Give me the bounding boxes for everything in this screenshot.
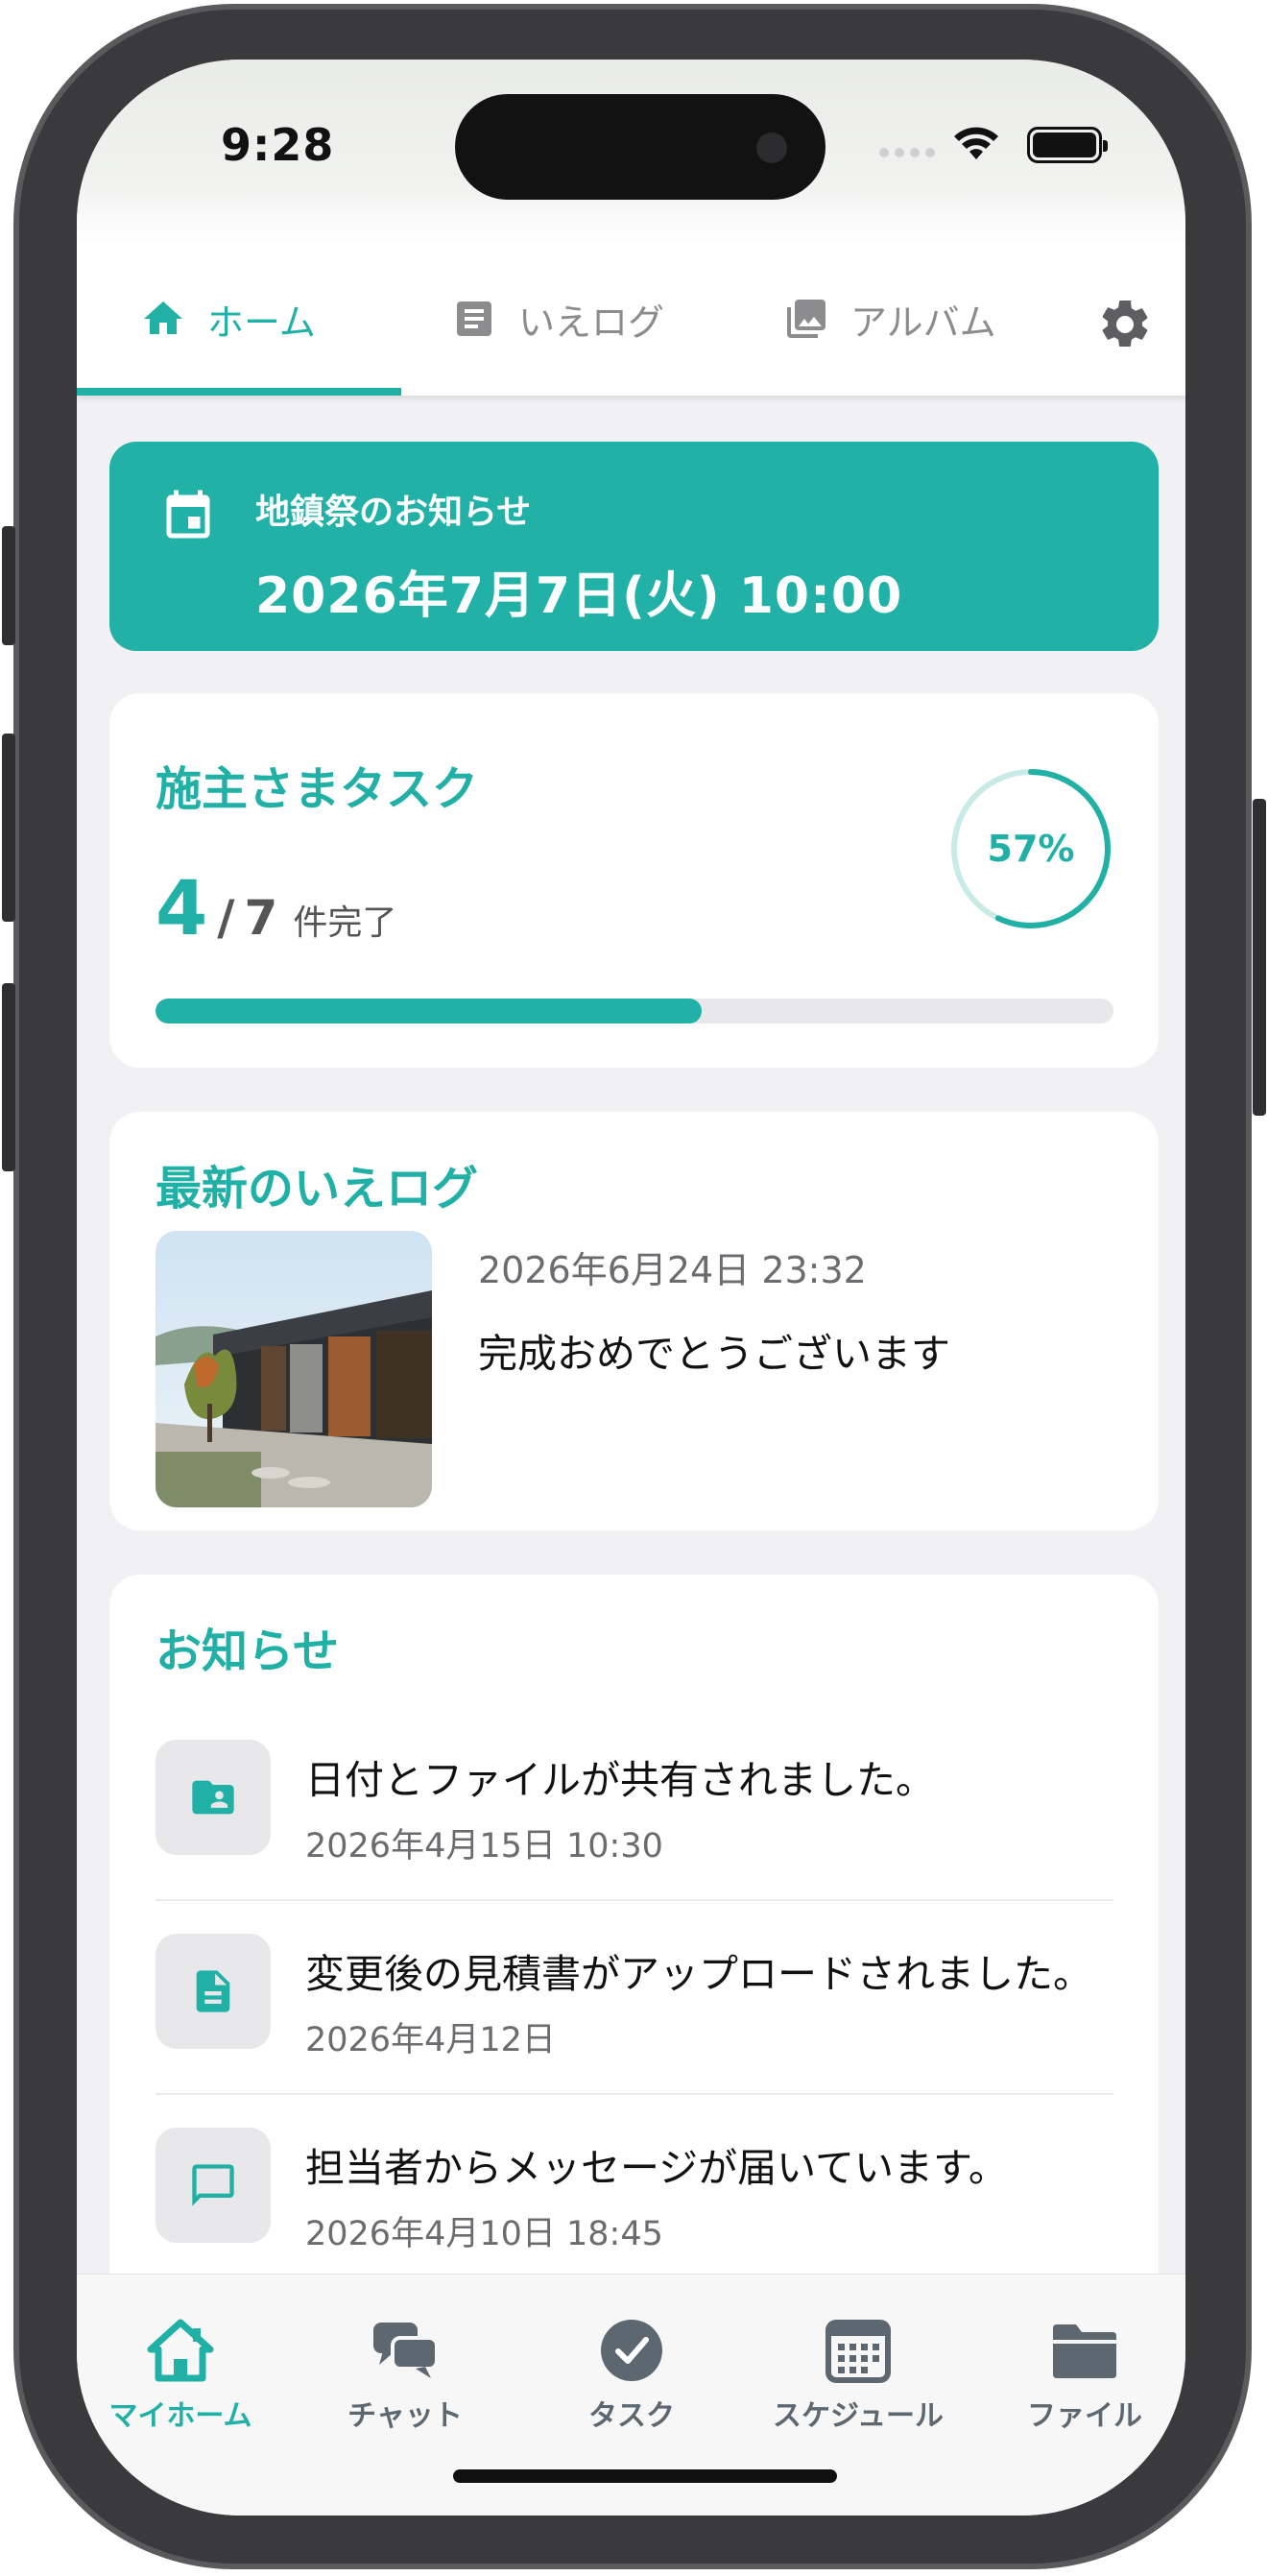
owner-tasks-card[interactable]: 施主さまタスク 4 / 7 件完了 57% <box>109 693 1159 1068</box>
ceremony-notice-banner[interactable]: 地鎮祭のお知らせ 2026年7月7日(火) 10:00 <box>109 442 1159 651</box>
status-time: 9:28 <box>221 119 335 171</box>
nav-schedule-label: スケジュール <box>773 2399 944 2433</box>
task-count: 4 / 7 件完了 <box>156 866 396 952</box>
nav-files-label: ファイル <box>1027 2399 1142 2433</box>
announcement-item[interactable]: 日付とファイルが共有されました。 2026年4月15日 10:30 <box>156 1740 1113 1934</box>
announcement-title: 担当者からメッセージが届いています。 <box>305 2145 1008 2191</box>
folder-icon <box>1053 2324 1116 2378</box>
tasks-done: 4 <box>156 866 208 952</box>
active-tab-indicator <box>77 388 401 396</box>
tab-album-label: アルバム <box>850 301 996 344</box>
chat-bubble-icon <box>192 2164 234 2206</box>
power-button <box>1253 799 1266 1116</box>
article-icon <box>457 301 491 336</box>
shared-folder-icon <box>192 1780 234 1815</box>
nav-my-home-label: マイホーム <box>108 2399 252 2433</box>
tab-home-label: ホーム <box>207 301 316 344</box>
announcement-date: 2026年4月10日 18:45 <box>305 2215 663 2253</box>
progress-bar <box>156 999 1113 1023</box>
action-button <box>2 526 15 645</box>
announcements-card: お知らせ 日付とファイルが共有されました。 2026年4月15日 10:30 変… <box>109 1575 1159 2304</box>
home-icon <box>144 301 182 334</box>
tab-ielog[interactable]: いえログ <box>451 242 664 396</box>
home-indicator[interactable] <box>453 2469 837 2483</box>
tab-ielog-label: いえログ <box>518 301 665 344</box>
photo-library-icon <box>787 300 825 338</box>
announcement-title: 変更後の見積書がアップロードされました。 <box>305 1951 1092 1997</box>
tab-album[interactable]: アルバム <box>783 242 996 396</box>
progress-bar-fill <box>156 999 702 1023</box>
ielog-date: 2026年6月24日 23:32 <box>478 1249 867 1291</box>
tasks-unit: 件完了 <box>293 903 397 943</box>
dynamic-island <box>455 94 825 200</box>
house-photo[interactable] <box>156 1231 432 1507</box>
progress-percent: 57% <box>987 828 1075 870</box>
nav-tasks-label: タスク <box>588 2399 675 2433</box>
calendar-grid-icon <box>825 2320 891 2383</box>
nav-chat[interactable]: チャット <box>309 2317 501 2434</box>
notice-label: 地鎮祭のお知らせ <box>255 493 532 532</box>
ielog-text: 完成おめでとうございます <box>478 1331 950 1377</box>
volume-down-button <box>2 983 15 1171</box>
tasks-slash: / <box>217 890 235 946</box>
nav-tasks[interactable]: タスク <box>536 2317 728 2434</box>
status-bar: 9:28 <box>77 60 1185 242</box>
nav-my-home[interactable]: マイホーム <box>84 2317 276 2434</box>
announcements-heading: お知らせ <box>156 1625 340 1678</box>
volume-up-button <box>2 734 15 922</box>
check-circle-icon <box>601 2320 662 2381</box>
latest-ielog-card[interactable]: 最新のいえログ 2026年6月24日 23:32 完成おめでとうございます <box>109 1112 1159 1530</box>
notice-date: 2026年7月7日(火) 10:00 <box>255 567 903 625</box>
screen: 9:28 ホーム いえログ アルバム 地鎮祭のお知らせ 2026年7月7日(火)… <box>77 60 1185 2516</box>
house-icon <box>147 2319 214 2382</box>
gear-icon[interactable] <box>1096 296 1154 353</box>
tab-home[interactable]: ホーム <box>140 242 316 396</box>
chat-icon <box>373 2323 439 2378</box>
ielog-heading: 最新のいえログ <box>156 1162 479 1216</box>
divider <box>156 2093 1113 2095</box>
announcement-item[interactable]: 変更後の見積書がアップロードされました。 2026年4月12日 <box>156 1934 1113 2128</box>
document-icon <box>196 1970 230 2012</box>
announcement-date: 2026年4月15日 10:30 <box>305 1827 663 1866</box>
divider <box>156 1899 1113 1901</box>
nav-schedule[interactable]: スケジュール <box>762 2317 954 2434</box>
announcement-title: 日付とファイルが共有されました。 <box>305 1757 935 1803</box>
tasks-heading: 施主さまタスク <box>156 762 479 816</box>
top-tab-bar: ホーム いえログ アルバム <box>77 242 1185 396</box>
announcement-date: 2026年4月12日 <box>305 2021 556 2059</box>
calendar-icon <box>166 490 210 539</box>
battery-icon <box>1027 127 1108 163</box>
nav-chat-label: チャット <box>347 2399 463 2433</box>
tasks-total: 7 <box>244 890 278 946</box>
wifi-icon <box>954 127 998 159</box>
nav-files[interactable]: ファイル <box>989 2317 1181 2434</box>
signal-icon <box>879 148 935 157</box>
